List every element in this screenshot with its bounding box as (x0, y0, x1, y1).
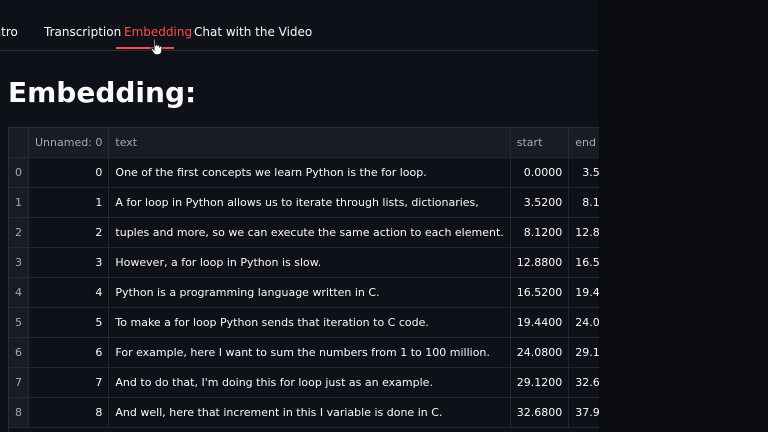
text-cell[interactable]: And to do that, I'm doing this for loop … (108, 367, 511, 398)
unnamed-cell[interactable]: 1 (28, 187, 110, 218)
data-table: Unnamed: 0 text start end em 00One of th… (9, 128, 599, 428)
table-row: 4 4 Python is a programming language writt… (9, 277, 599, 308)
unnamed-cell[interactable]: 5 (28, 307, 110, 338)
row-index-cell[interactable]: 4 (9, 277, 29, 308)
text-cell[interactable]: One of the first concepts we learn Pytho… (108, 157, 511, 188)
unnamed-cell[interactable]: 3 (28, 247, 110, 278)
table-row: 5 5 To make a for loop Python sends that i… (9, 307, 599, 338)
hand-pointer-icon (150, 38, 163, 56)
end-cell[interactable]: 29.1200 (568, 337, 599, 368)
column-header-unnamed[interactable]: Unnamed: 0 (28, 128, 110, 158)
start-cell[interactable]: 0.0000 (510, 157, 570, 188)
end-cell[interactable]: 19.4400 (568, 277, 599, 308)
unnamed-cell[interactable]: 4 (28, 277, 110, 308)
unnamed-cell[interactable]: 8 (28, 397, 110, 428)
end-cell[interactable]: 8.1200 (568, 187, 599, 218)
row-index-cell[interactable]: 5 (9, 307, 29, 338)
app-window: Intro Transcription Embedding Chat with … (0, 0, 768, 432)
end-cell[interactable]: 37.9200 (568, 397, 599, 428)
row-index-cell[interactable]: 7 (9, 367, 29, 398)
column-header-end[interactable]: end (568, 128, 599, 158)
text-cell[interactable]: However, a for loop in Python is slow. (108, 247, 511, 278)
table-row: 0 0 One of the first concepts we learn Pyt… (9, 157, 599, 188)
end-cell[interactable]: 3.5200 (568, 157, 599, 188)
unnamed-cell[interactable]: 7 (28, 367, 110, 398)
table-row: 2 2 tuples and more, so we can execute the… (9, 217, 599, 248)
index-column-header (9, 128, 29, 158)
row-index-cell[interactable]: 1 (9, 187, 29, 218)
start-cell[interactable]: 12.8800 (510, 247, 570, 278)
text-cell[interactable]: A for loop in Python allows us to iterat… (108, 187, 511, 218)
tab-bar: Intro Transcription Embedding Chat with … (0, 22, 598, 51)
table-header-row: Unnamed: 0 text start end em (9, 128, 599, 158)
end-cell[interactable]: 24.0800 (568, 307, 599, 338)
row-index-cell[interactable]: 6 (9, 337, 29, 368)
text-cell[interactable]: For example, here I want to sum the numb… (108, 337, 511, 368)
tab-embedding[interactable]: Embedding (124, 25, 192, 39)
text-cell[interactable]: tuples and more, so we can execute the s… (108, 217, 511, 248)
row-index-cell[interactable]: 2 (9, 217, 29, 248)
start-cell[interactable]: 16.5200 (510, 277, 570, 308)
start-cell[interactable]: 8.1200 (510, 217, 570, 248)
unnamed-cell[interactable]: 6 (28, 337, 110, 368)
table-row: 3 3 However, a for loop in Python is slow.… (9, 247, 599, 278)
end-cell[interactable]: 12.8800 (568, 217, 599, 248)
table-row: 11A for loop in Python allows us to iter… (9, 187, 599, 218)
table-row: 6 6 For example, here I want to sum the nu… (9, 337, 599, 368)
start-cell[interactable]: 29.1200 (510, 367, 570, 398)
active-tab-indicator (116, 47, 174, 49)
column-header-start[interactable]: start (510, 128, 570, 158)
text-cell[interactable]: And well, here that increment in this I … (108, 397, 511, 428)
unnamed-cell[interactable]: 2 (28, 217, 110, 248)
table-row: 7 7 And to do that, I'm doing this for loo… (9, 367, 599, 398)
row-index-cell[interactable]: 0 (9, 157, 29, 188)
tab-intro[interactable]: Intro (0, 25, 18, 39)
tab-chat-with-the-video[interactable]: Chat with the Video (194, 25, 312, 39)
row-index-cell[interactable]: 3 (9, 247, 29, 278)
start-cell[interactable]: 32.6800 (510, 397, 570, 428)
start-cell[interactable]: 24.0800 (510, 337, 570, 368)
tab-transcription[interactable]: Transcription (44, 25, 121, 39)
column-header-text[interactable]: text (108, 128, 511, 158)
embedding-dataframe[interactable]: Unnamed: 0 text start end em 00One of th… (8, 127, 599, 432)
text-cell[interactable]: To make a for loop Python sends that ite… (108, 307, 511, 338)
end-cell[interactable]: 16.5200 (568, 247, 599, 278)
start-cell[interactable]: 3.5200 (510, 187, 570, 218)
table-row: 8 8 And well, here that increment in this … (9, 397, 599, 428)
page-title: Embedding: (8, 76, 197, 109)
text-cell[interactable]: Python is a programming language written… (108, 277, 511, 308)
end-cell[interactable]: 32.6800 (568, 367, 599, 398)
right-margin (598, 0, 768, 432)
row-index-cell[interactable]: 8 (9, 397, 29, 428)
start-cell[interactable]: 19.4400 (510, 307, 570, 338)
unnamed-cell[interactable]: 0 (28, 157, 110, 188)
